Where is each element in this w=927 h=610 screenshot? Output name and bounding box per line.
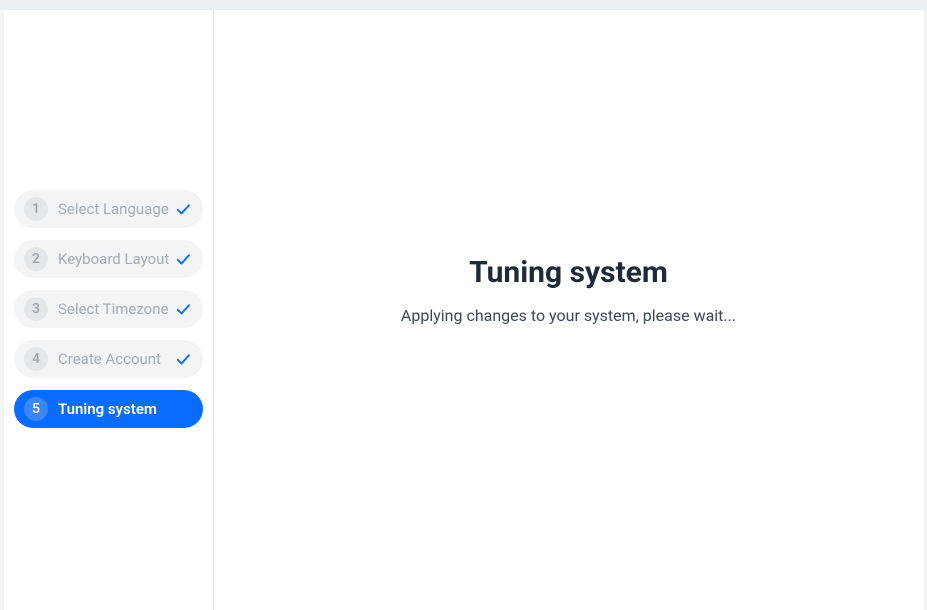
step-select-timezone[interactable]: 3 Select Timezone (14, 290, 203, 328)
step-number: 2 (24, 247, 48, 271)
status-message: Applying changes to your system, please … (401, 306, 736, 325)
step-tuning-system[interactable]: 5 Tuning system (14, 390, 203, 428)
step-label: Select Language (58, 200, 171, 218)
check-icon (173, 299, 193, 319)
step-create-account[interactable]: 4 Create Account (14, 340, 203, 378)
check-icon (173, 249, 193, 269)
step-number: 5 (24, 397, 48, 421)
step-number: 1 (24, 197, 48, 221)
steps-sidebar: 1 Select Language 2 Keyboard Layout 3 Se… (4, 10, 214, 610)
page-title: Tuning system (469, 255, 668, 290)
step-number: 4 (24, 347, 48, 371)
step-select-language[interactable]: 1 Select Language (14, 190, 203, 228)
step-label: Create Account (58, 350, 171, 368)
check-icon (173, 199, 193, 219)
step-label: Select Timezone (58, 300, 171, 318)
step-label: Tuning system (58, 400, 193, 418)
check-icon (173, 349, 193, 369)
step-label: Keyboard Layout (58, 250, 171, 268)
step-number: 3 (24, 297, 48, 321)
wizard-container: 1 Select Language 2 Keyboard Layout 3 Se… (4, 10, 923, 610)
top-bar (0, 0, 927, 10)
main-content: Tuning system Applying changes to your s… (214, 10, 923, 610)
step-keyboard-layout[interactable]: 2 Keyboard Layout (14, 240, 203, 278)
